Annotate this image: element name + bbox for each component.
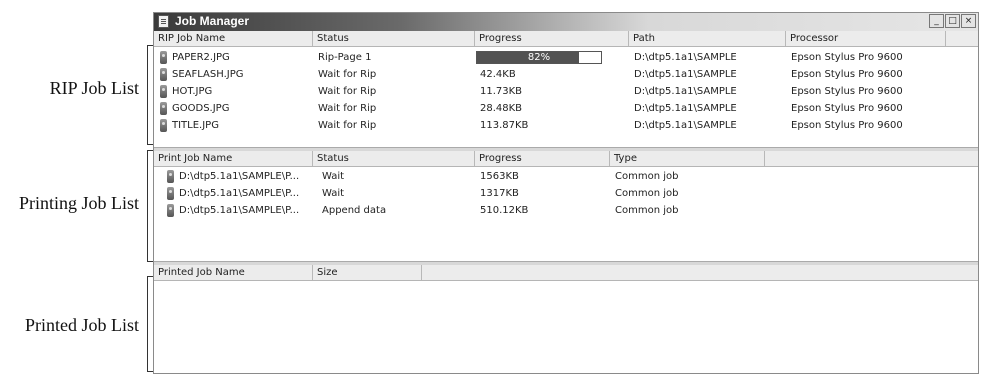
job-status: Rip-Page 1 bbox=[318, 52, 372, 63]
job-type: Common job bbox=[615, 205, 679, 216]
job-status: Wait for Rip bbox=[318, 103, 377, 114]
close-button[interactable]: × bbox=[961, 14, 976, 28]
job-name: GOODS.JPG bbox=[172, 103, 230, 114]
job-name: SEAFLASH.JPG bbox=[172, 69, 244, 80]
job-name: PAPER2.JPG bbox=[172, 52, 230, 63]
rip-list-header: RIP Job Name Status Progress Path Proces… bbox=[154, 31, 978, 47]
job-status: Append data bbox=[322, 205, 387, 216]
job-processor: Epson Stylus Pro 9600 bbox=[791, 86, 903, 97]
job-name: D:\dtp5.1a1\SAMPLE\P... bbox=[179, 188, 300, 199]
printed-job-list: Printed Job Name Size bbox=[154, 265, 978, 373]
job-name: D:\dtp5.1a1\SAMPLE\P... bbox=[179, 171, 300, 182]
job-status: Wait bbox=[322, 171, 345, 182]
job-path: D:\dtp5.1a1\SAMPLE bbox=[634, 120, 737, 131]
col-progress[interactable]: Progress bbox=[475, 31, 629, 46]
printing-job-list: Print Job Name Status Progress Type D:\d… bbox=[154, 151, 978, 261]
rip-job-list-callout: RIP Job List bbox=[49, 78, 139, 98]
rip-job-row[interactable]: TITLE.JPG Wait for Rip 113.87KB D:\dtp5.… bbox=[154, 117, 978, 134]
progress-percent: 82% bbox=[527, 52, 551, 63]
rip-job-row[interactable]: HOT.JPG Wait for Rip 11.73KB D:\dtp5.1a1… bbox=[154, 83, 978, 100]
job-status: Wait bbox=[322, 188, 345, 199]
job-name: HOT.JPG bbox=[172, 86, 213, 97]
job-icon bbox=[160, 68, 167, 81]
window-title: Job Manager bbox=[175, 14, 250, 28]
progress-bar: 82% bbox=[476, 51, 602, 64]
job-icon bbox=[160, 51, 167, 64]
minimize-button[interactable]: _ bbox=[929, 14, 944, 28]
job-path: D:\dtp5.1a1\SAMPLE bbox=[634, 86, 737, 97]
job-name: TITLE.JPG bbox=[172, 120, 219, 131]
job-path: D:\dtp5.1a1\SAMPLE bbox=[634, 103, 737, 114]
col-printed-job-name[interactable]: Printed Job Name bbox=[154, 265, 313, 280]
job-icon bbox=[160, 119, 167, 132]
job-icon bbox=[167, 170, 174, 183]
job-name: D:\dtp5.1a1\SAMPLE\P... bbox=[179, 205, 300, 216]
col-processor[interactable]: Processor bbox=[786, 31, 946, 46]
col-progress[interactable]: Progress bbox=[475, 151, 610, 166]
col-status[interactable]: Status bbox=[313, 151, 475, 166]
document-icon bbox=[158, 15, 169, 28]
maximize-button[interactable]: □ bbox=[945, 14, 960, 28]
printed-list-header: Printed Job Name Size bbox=[154, 265, 978, 281]
col-size[interactable]: Size bbox=[313, 265, 422, 280]
printing-list-header: Print Job Name Status Progress Type bbox=[154, 151, 978, 167]
col-status[interactable]: Status bbox=[313, 31, 475, 46]
col-rip-job-name[interactable]: RIP Job Name bbox=[154, 31, 313, 46]
printed-job-list-bracket bbox=[147, 276, 154, 372]
job-manager-window: Job Manager _ □ × RIP Job Name Status Pr… bbox=[153, 12, 979, 374]
job-processor: Epson Stylus Pro 9600 bbox=[791, 103, 903, 114]
job-type: Common job bbox=[615, 188, 679, 199]
job-processor: Epson Stylus Pro 9600 bbox=[791, 69, 903, 80]
job-status: Wait for Rip bbox=[318, 69, 377, 80]
job-progress: 113.87KB bbox=[480, 120, 529, 131]
job-icon bbox=[167, 187, 174, 200]
job-progress: 28.48KB bbox=[480, 103, 523, 114]
printing-job-list-callout: Printing Job List bbox=[18, 193, 139, 213]
job-progress: 42.4KB bbox=[480, 69, 516, 80]
print-job-row[interactable]: D:\dtp5.1a1\SAMPLE\P... Wait 1563KB Comm… bbox=[154, 168, 978, 185]
job-processor: Epson Stylus Pro 9600 bbox=[791, 52, 903, 63]
job-progress: 11.73KB bbox=[480, 86, 523, 97]
title-bar[interactable]: Job Manager _ □ × bbox=[154, 13, 978, 31]
window-controls: _ □ × bbox=[929, 14, 976, 28]
job-progress: 1563KB bbox=[480, 171, 519, 182]
rip-job-list: RIP Job Name Status Progress Path Proces… bbox=[154, 31, 978, 147]
print-job-row[interactable]: D:\dtp5.1a1\SAMPLE\P... Append data 510.… bbox=[154, 202, 978, 219]
job-progress: 510.12KB bbox=[480, 205, 529, 216]
job-path: D:\dtp5.1a1\SAMPLE bbox=[634, 52, 737, 63]
printing-job-list-bracket bbox=[147, 150, 154, 262]
job-icon bbox=[160, 85, 167, 98]
col-print-job-name[interactable]: Print Job Name bbox=[154, 151, 313, 166]
job-path: D:\dtp5.1a1\SAMPLE bbox=[634, 69, 737, 80]
printed-job-list-callout: Printed Job List bbox=[24, 315, 139, 335]
col-type[interactable]: Type bbox=[610, 151, 765, 166]
rip-job-row[interactable]: PAPER2.JPG Rip-Page 1 82% D:\dtp5.1a1\SA… bbox=[154, 49, 978, 66]
rip-job-list-bracket bbox=[147, 45, 154, 145]
col-path[interactable]: Path bbox=[629, 31, 786, 46]
job-processor: Epson Stylus Pro 9600 bbox=[791, 120, 903, 131]
job-status: Wait for Rip bbox=[318, 86, 377, 97]
job-icon bbox=[160, 102, 167, 115]
rip-job-row[interactable]: GOODS.JPG Wait for Rip 28.48KB D:\dtp5.1… bbox=[154, 100, 978, 117]
print-job-row[interactable]: D:\dtp5.1a1\SAMPLE\P... Wait 1317KB Comm… bbox=[154, 185, 978, 202]
job-status: Wait for Rip bbox=[318, 120, 377, 131]
rip-job-row[interactable]: SEAFLASH.JPG Wait for Rip 42.4KB D:\dtp5… bbox=[154, 66, 978, 83]
job-type: Common job bbox=[615, 171, 679, 182]
job-progress: 1317KB bbox=[480, 188, 519, 199]
job-icon bbox=[167, 204, 174, 217]
